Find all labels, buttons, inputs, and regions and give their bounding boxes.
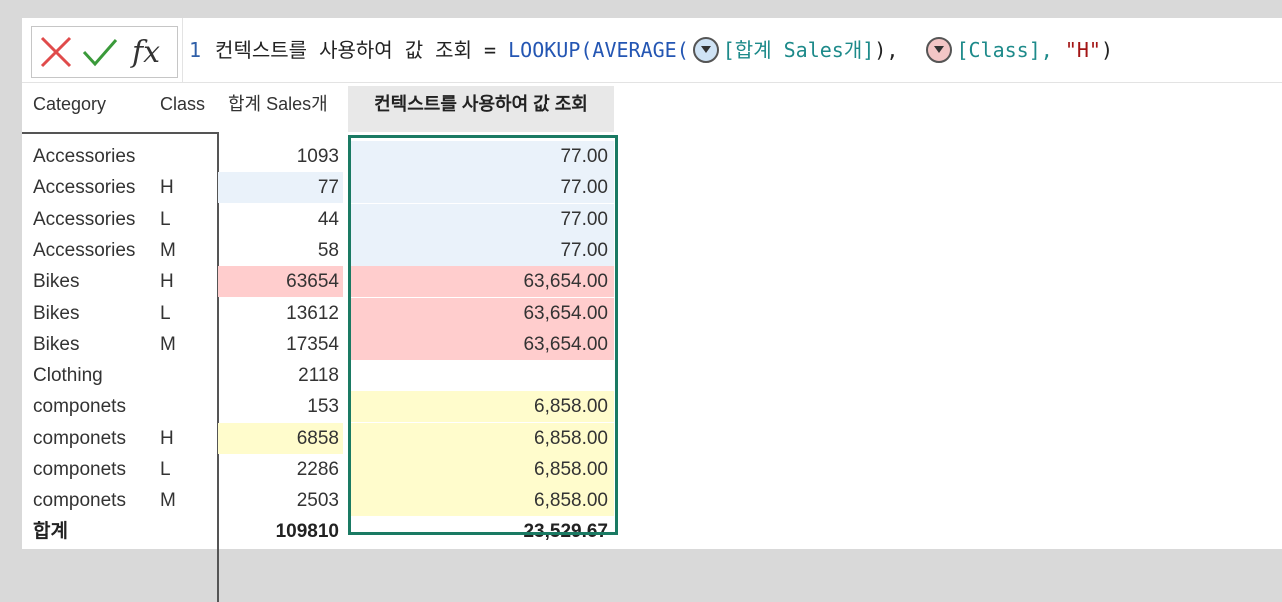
- class-cell: [160, 360, 210, 391]
- lookup-cell: 77.00: [348, 203, 614, 235]
- class-cell: H: [160, 177, 174, 199]
- category-cell: Bikes: [33, 302, 80, 324]
- header-sales[interactable]: 합계 Sales개: [228, 86, 328, 132]
- sales-cell: 44: [317, 208, 339, 230]
- class-cell: L: [160, 459, 171, 480]
- class-cell: M: [160, 333, 176, 355]
- table-row[interactable]: componets M 2503 6,858.00: [22, 485, 622, 517]
- class-cell: [160, 391, 210, 422]
- svg-text:fx: fx: [130, 35, 160, 70]
- sales-cell: 77: [218, 172, 343, 204]
- formula-equals: =: [484, 37, 497, 62]
- context-chevron-icon[interactable]: [926, 36, 953, 63]
- close-lookup-paren: ): [1100, 37, 1114, 62]
- lookup-cell: [348, 360, 614, 391]
- table-row[interactable]: componets H 6858 6,858.00: [22, 422, 622, 454]
- lookup-cell: 6,858.00: [348, 454, 614, 485]
- table-row[interactable]: Bikes H 63654 63,654.00: [22, 266, 622, 298]
- cancel-icon[interactable]: [38, 34, 78, 70]
- lookup-function: LOOKUP(: [508, 37, 593, 62]
- total-label: 합계: [33, 521, 68, 542]
- category-cell: componets: [33, 490, 126, 512]
- sales-cell: 63654: [218, 266, 343, 298]
- function-fx-icon[interactable]: fx: [130, 34, 170, 70]
- lookup-cell: 63,654.00: [348, 297, 614, 329]
- sales-cell: 2503: [296, 490, 339, 512]
- formula-buttons: fx: [31, 26, 178, 78]
- total-lookup: 23,529.67: [523, 521, 608, 542]
- lookup-cell: 63,654.00: [348, 266, 614, 298]
- table-row[interactable]: componets 153 6,858.00: [22, 391, 622, 423]
- lookup-cell: 6,858.00: [348, 391, 614, 423]
- table-row[interactable]: Accessories 1093 77.00: [22, 141, 622, 172]
- lookup-cell: 6,858.00: [348, 422, 614, 454]
- confirm-check-icon[interactable]: [82, 34, 122, 70]
- sales-cell: 58: [317, 239, 339, 261]
- sales-cell: 2286: [296, 459, 339, 480]
- app-panel: fx 1 컨텍스트를 사용하여 값 조회 = LOOKUP(AVERAGE( [합계…: [22, 18, 1282, 602]
- class-cell: M: [160, 239, 176, 261]
- table-row[interactable]: Clothing 2118: [22, 360, 622, 391]
- close-average-paren: ),: [874, 37, 899, 62]
- sales-field-reference: [합계 Sales개]: [722, 37, 875, 62]
- sales-cell: 1093: [296, 146, 339, 167]
- header-divider: [22, 132, 218, 134]
- table-row[interactable]: Bikes M 17354 63,654.00: [22, 328, 622, 360]
- table-row[interactable]: Bikes L 13612 63,654.00: [22, 297, 622, 329]
- header-class[interactable]: Class: [160, 86, 205, 132]
- formula-bar: fx 1 컨텍스트를 사용하여 값 조회 = LOOKUP(AVERAGE( [합계…: [22, 18, 1282, 83]
- total-row: 합계 109810 23,529.67: [22, 516, 622, 547]
- table-row[interactable]: componets L 2286 6,858.00: [22, 454, 622, 485]
- category-cell: Accessories: [33, 146, 136, 167]
- class-cell: L: [160, 302, 171, 324]
- category-cell: componets: [33, 396, 126, 418]
- class-field-reference: [Class],: [956, 37, 1053, 62]
- category-cell: Bikes: [33, 333, 80, 355]
- sales-cell: 6858: [218, 422, 343, 454]
- table-row[interactable]: Accessories H 77 77.00: [22, 172, 622, 204]
- lookup-cell: 77.00: [348, 141, 614, 172]
- class-cell: H: [160, 427, 174, 449]
- total-sales: 109810: [275, 521, 339, 542]
- lookup-cell: 77.00: [348, 234, 614, 266]
- category-cell: Accessories: [33, 208, 136, 230]
- header-category[interactable]: Category: [33, 86, 106, 132]
- table-row[interactable]: Accessories M 58 77.00: [22, 234, 622, 266]
- category-cell: Accessories: [33, 177, 136, 199]
- formula-text[interactable]: 1 컨텍스트를 사용하여 값 조회 = LOOKUP(AVERAGE( [합계 Sa…: [182, 18, 1282, 82]
- category-cell: componets: [33, 459, 126, 480]
- string-literal: "H": [1064, 37, 1101, 62]
- lookup-cell: 63,654.00: [348, 328, 614, 360]
- category-cell: Accessories: [33, 239, 136, 261]
- category-cell: Bikes: [33, 271, 80, 293]
- class-cell: M: [160, 490, 176, 512]
- measure-name: 컨텍스트를 사용하여 값 조회: [215, 37, 472, 62]
- category-cell: componets: [33, 427, 126, 449]
- lookup-cell: 6,858.00: [348, 485, 614, 517]
- sales-cell: 13612: [286, 302, 339, 324]
- class-cell: L: [160, 208, 171, 230]
- average-function: AVERAGE(: [592, 37, 689, 62]
- table-row[interactable]: Accessories L 44 77.00: [22, 203, 622, 235]
- context-chevron-icon[interactable]: [692, 36, 719, 63]
- class-cell: [160, 141, 210, 172]
- formula-line-number: 1: [189, 37, 202, 62]
- sales-cell: 17354: [286, 333, 339, 355]
- lookup-cell: 77.00: [348, 172, 614, 204]
- sales-cell: 2118: [298, 365, 339, 387]
- class-cell: H: [160, 271, 174, 293]
- header-lookup[interactable]: 컨텍스트를 사용하여 값 조회: [348, 86, 614, 132]
- sales-cell: 153: [307, 396, 339, 418]
- category-cell: Clothing: [33, 365, 103, 387]
